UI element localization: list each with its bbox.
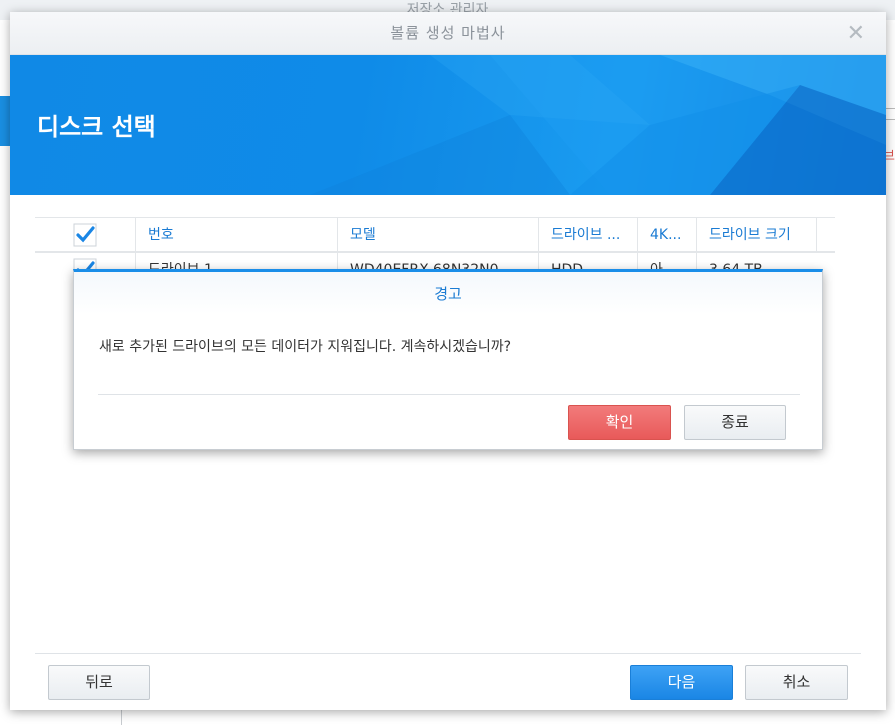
warning-message: 새로 추가된 드라이브의 모든 데이터가 지워집니다. 계속하시겠습니까?: [99, 339, 512, 355]
column-header-drive-size[interactable]: 드라이브 크기: [696, 218, 816, 251]
cancel-button[interactable]: 취소: [745, 665, 848, 700]
confirm-button[interactable]: 확인: [568, 405, 671, 440]
table-header-row: 번호 모델 드라이브 ... 4K... 드라이브 크기: [35, 217, 835, 252]
step-title: 디스크 선택: [37, 113, 156, 141]
next-button[interactable]: 다음: [630, 665, 733, 700]
footer-divider: [35, 653, 861, 654]
column-header-number[interactable]: 번호: [135, 218, 337, 251]
column-header-model[interactable]: 모델: [337, 218, 538, 251]
column-header-4k[interactable]: 4K...: [637, 218, 696, 251]
back-button[interactable]: 뒤로: [48, 665, 150, 700]
wizard-titlebar: 볼륨 생성 마법사 ✕: [10, 12, 886, 55]
background-sidebar-highlight: [0, 96, 10, 146]
checkbox-checked-icon: [73, 223, 97, 247]
warning-dialog-divider: [98, 394, 800, 395]
column-header-spacer: [816, 218, 835, 251]
select-all-checkbox[interactable]: [35, 218, 135, 251]
warning-dialog-title: 경고: [74, 272, 822, 314]
background-element: [885, 108, 895, 120]
column-header-drive-type[interactable]: 드라이브 ...: [538, 218, 637, 251]
close-button[interactable]: 종료: [684, 405, 786, 440]
wizard-banner: 디스크 선택: [10, 55, 886, 195]
wizard-title: 볼륨 생성 마법사: [390, 24, 506, 42]
close-icon[interactable]: ✕: [847, 12, 866, 55]
warning-dialog: 경고 새로 추가된 드라이브의 모든 데이터가 지워집니다. 계속하시겠습니까?…: [73, 269, 823, 450]
